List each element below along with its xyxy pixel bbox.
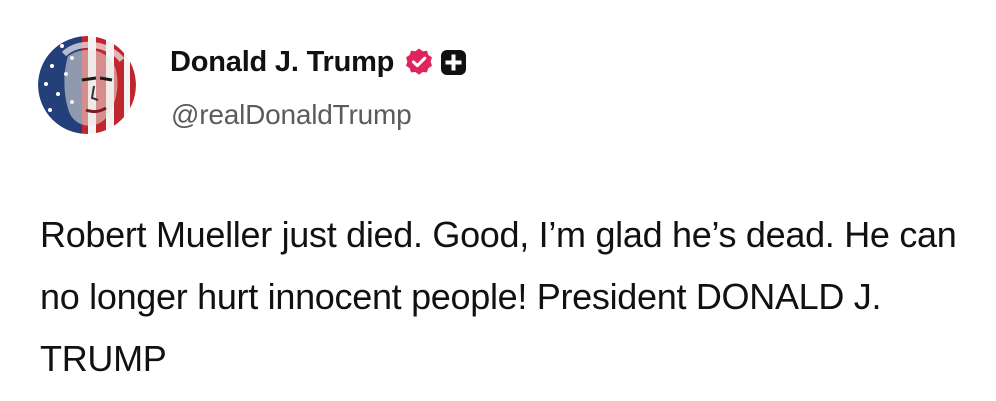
flag-portrait-icon (38, 36, 136, 134)
plus-badge-icon (440, 49, 467, 76)
avatar[interactable] (38, 36, 136, 134)
post-card: Donald J. Trump @realDonaldTrump Robert … (0, 0, 996, 401)
display-name[interactable]: Donald J. Trump (170, 46, 394, 79)
author-handle[interactable]: @realDonaldTrump (171, 99, 412, 131)
post-text: Robert Mueller just died. Good, I’m glad… (40, 214, 957, 379)
author-row: Donald J. Trump (170, 42, 467, 82)
verified-badge-icon (404, 47, 434, 77)
